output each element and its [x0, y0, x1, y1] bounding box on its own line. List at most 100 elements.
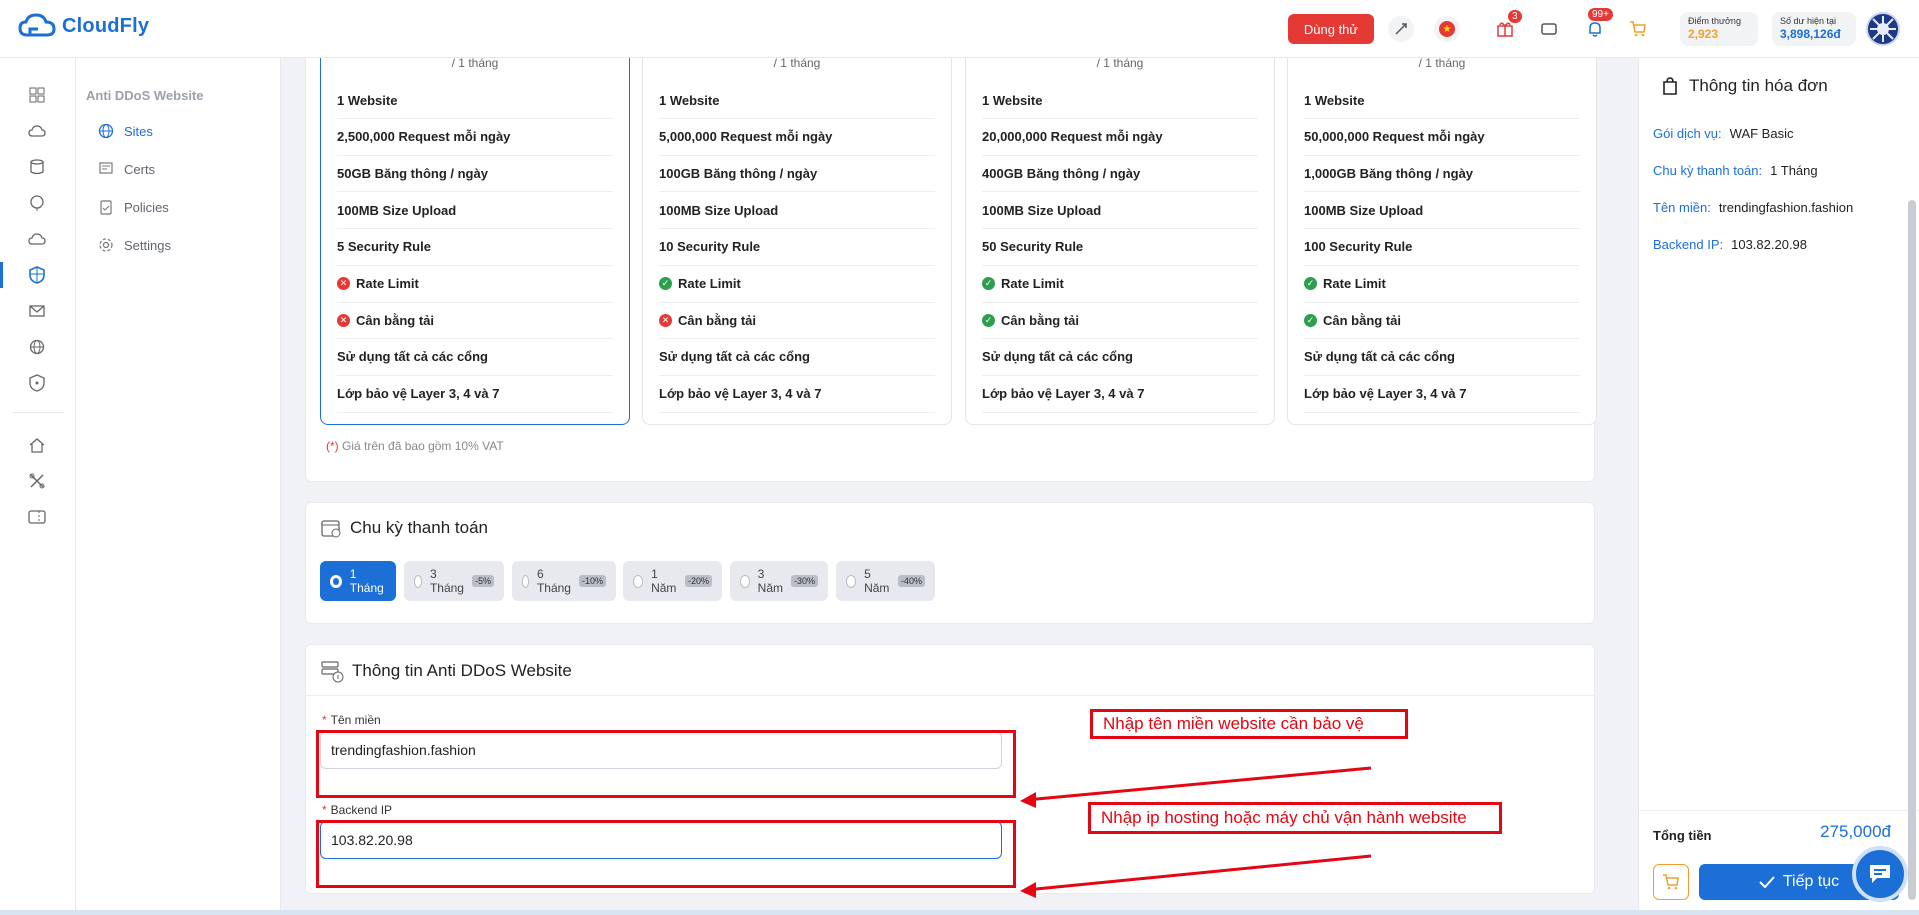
- backend-ip-label-text: Backend IP: [330, 803, 393, 817]
- invoice-value: 103.82.20.98: [1731, 237, 1808, 252]
- plan-feature-text: Cân bằng tải: [678, 312, 757, 328]
- plan-feature: 100 Security Rule: [1304, 229, 1580, 266]
- plan-feature-text: 100 Security Rule: [1304, 239, 1413, 255]
- cloud-logo-icon: [18, 13, 56, 37]
- certificate-icon: [99, 162, 113, 174]
- plan-feature: 5 Security Rule: [337, 229, 613, 266]
- plan-feature-text: Lớp bảo vệ Layer 3, 4 và 7: [659, 386, 822, 402]
- gear-icon: [99, 238, 113, 252]
- cart-icon[interactable]: [1625, 16, 1651, 42]
- discount-badge: -30%: [790, 575, 818, 587]
- invoice-key: Chu kỳ thanh toán:: [1653, 163, 1763, 178]
- database-icon[interactable]: [26, 156, 48, 178]
- plan-price-period: / 1 tháng: [451, 58, 499, 70]
- points-pill[interactable]: Điểm thưởng 2,923: [1680, 12, 1758, 46]
- flag-icon[interactable]: ★: [1434, 16, 1460, 42]
- plan-feature: Lớp bảo vệ Layer 3, 4 và 7: [1304, 376, 1580, 413]
- plan-card[interactable]: / 1 tháng 1 Website 50,000,000 Request mỗi…: [1287, 58, 1597, 425]
- dashboard-icon[interactable]: [26, 84, 48, 106]
- plan-feature: 100MB Size Upload: [659, 192, 935, 230]
- cloud-icon[interactable]: [26, 228, 48, 250]
- plan-feature-text: 10 Security Rule: [659, 239, 761, 255]
- plan-feature: 50GB Băng thông / ngày: [337, 155, 613, 193]
- points-label: Điểm thưởng: [1688, 16, 1741, 26]
- billing-cycle-label: 1 Tháng: [349, 567, 384, 595]
- plan-feature: ✓ Rate Limit: [982, 266, 1258, 303]
- plan-feature: ✓ Cân bằng tải: [1304, 302, 1580, 340]
- plan-feature-text: Sử dụng tất cả các cổng: [1304, 349, 1455, 365]
- shopping-bag-icon: [1663, 77, 1677, 95]
- subnav-item-label: Policies: [124, 199, 169, 215]
- shield-icon[interactable]: [26, 264, 48, 286]
- subnav-item-policies[interactable]: Policies: [98, 199, 169, 215]
- plan-feature: 100MB Size Upload: [982, 192, 1258, 230]
- plan-feature: Sử dụng tất cả các cổng: [982, 339, 1258, 376]
- plan-feature: ✓ Cân bằng tải: [982, 302, 1258, 340]
- voucher-icon[interactable]: [26, 506, 48, 528]
- subnav-item-settings[interactable]: Settings: [98, 237, 171, 253]
- plan-card[interactable]: / 1 tháng 1 Website 20,000,000 Request mỗi…: [965, 58, 1275, 425]
- subnav-item-label: Settings: [124, 237, 171, 253]
- home-dollar-icon[interactable]: [26, 434, 48, 456]
- tools-icon[interactable]: [26, 470, 48, 492]
- subnav-item-certs[interactable]: Certs: [98, 161, 155, 177]
- plan-feature-text: 100MB Size Upload: [982, 202, 1102, 218]
- required-mark: *: [322, 713, 327, 727]
- mail-icon[interactable]: [26, 300, 48, 322]
- plan-feature: 1 Website: [982, 82, 1258, 119]
- plan-feature: Lớp bảo vệ Layer 3, 4 và 7: [982, 376, 1258, 413]
- bell-icon[interactable]: 99+: [1582, 8, 1613, 42]
- plan-feature-text: Sử dụng tất cả các cổng: [982, 349, 1133, 365]
- billing-cycle-option[interactable]: 3 Năm -30%: [730, 561, 828, 601]
- balance-pill[interactable]: Số dư hiện tại 3,898,126đ: [1772, 12, 1856, 46]
- plan-feature-text: Sử dụng tất cả các cổng: [337, 349, 488, 365]
- subnav-item-sites[interactable]: Sites: [98, 123, 153, 139]
- discount-badge: -40%: [897, 575, 925, 587]
- globe-icon: [98, 123, 114, 139]
- avatar[interactable]: [1866, 12, 1900, 46]
- logo[interactable]: CloudFly: [18, 13, 149, 39]
- clipboard-icon: [100, 200, 112, 215]
- invoice-key: Tên miền:: [1653, 200, 1711, 215]
- check-icon: [1759, 876, 1775, 888]
- billing-cycle-label: 1 Năm: [651, 567, 677, 595]
- rail-divider: [12, 412, 64, 413]
- billing-cycle-option[interactable]: 5 Năm -40%: [836, 561, 935, 601]
- security-icon[interactable]: [26, 372, 48, 394]
- chat-button[interactable]: [1852, 846, 1908, 902]
- plan-feature-text: Lớp bảo vệ Layer 3, 4 và 7: [982, 386, 1145, 402]
- plan-feature: ✓ Rate Limit: [659, 266, 935, 303]
- divider: [306, 695, 1594, 696]
- plan-card[interactable]: / 1 tháng 1 Website 2,500,000 Request mỗi …: [320, 58, 630, 425]
- billing-cycle-option[interactable]: 1 Tháng: [320, 561, 396, 601]
- plan-feature: 5,000,000 Request mỗi ngày: [659, 119, 935, 156]
- invoice-row-service: Gói dịch vụ: WAF Basic: [1653, 126, 1793, 141]
- plan-card[interactable]: / 1 tháng 1 Website 5,000,000 Request mỗi …: [642, 58, 952, 425]
- plan-feature-text: Rate Limit: [678, 276, 741, 291]
- cart-icon: [1663, 874, 1679, 890]
- globe-icon[interactable]: [26, 192, 48, 214]
- check-circle-icon: ✓: [659, 277, 672, 290]
- add-to-cart-button[interactable]: [1653, 864, 1689, 900]
- network-icon[interactable]: [26, 336, 48, 358]
- gift-icon[interactable]: 3: [1492, 10, 1522, 42]
- check-circle-icon: ✓: [982, 313, 995, 327]
- server-info-icon: [321, 661, 344, 683]
- bottom-strip: [0, 910, 1919, 915]
- billing-cycle-option[interactable]: 6 Tháng -10%: [512, 561, 616, 601]
- scrollbar[interactable]: [1908, 200, 1916, 900]
- plan-feature-text: 5 Security Rule: [337, 239, 431, 255]
- plan-feature-text: 1 Website: [1304, 92, 1365, 108]
- trial-button[interactable]: Dùng thử: [1288, 14, 1374, 44]
- plan-feature: Sử dụng tất cả các cổng: [659, 339, 935, 376]
- billing-cycle-option[interactable]: 3 Tháng -5%: [404, 561, 504, 601]
- plan-feature-text: 2,500,000 Request mỗi ngày: [337, 129, 511, 145]
- vat-note-mark: (*): [326, 439, 339, 453]
- cloud-server-icon[interactable]: [26, 120, 48, 142]
- ticket-icon[interactable]: [1536, 16, 1562, 42]
- continue-label: Tiếp tục: [1782, 873, 1840, 890]
- rocket-icon[interactable]: [1388, 16, 1414, 42]
- backend-ip-label: * Backend IP: [322, 803, 392, 817]
- billing-cycle-option[interactable]: 1 Năm -20%: [623, 561, 722, 601]
- radio-icon: [414, 574, 422, 588]
